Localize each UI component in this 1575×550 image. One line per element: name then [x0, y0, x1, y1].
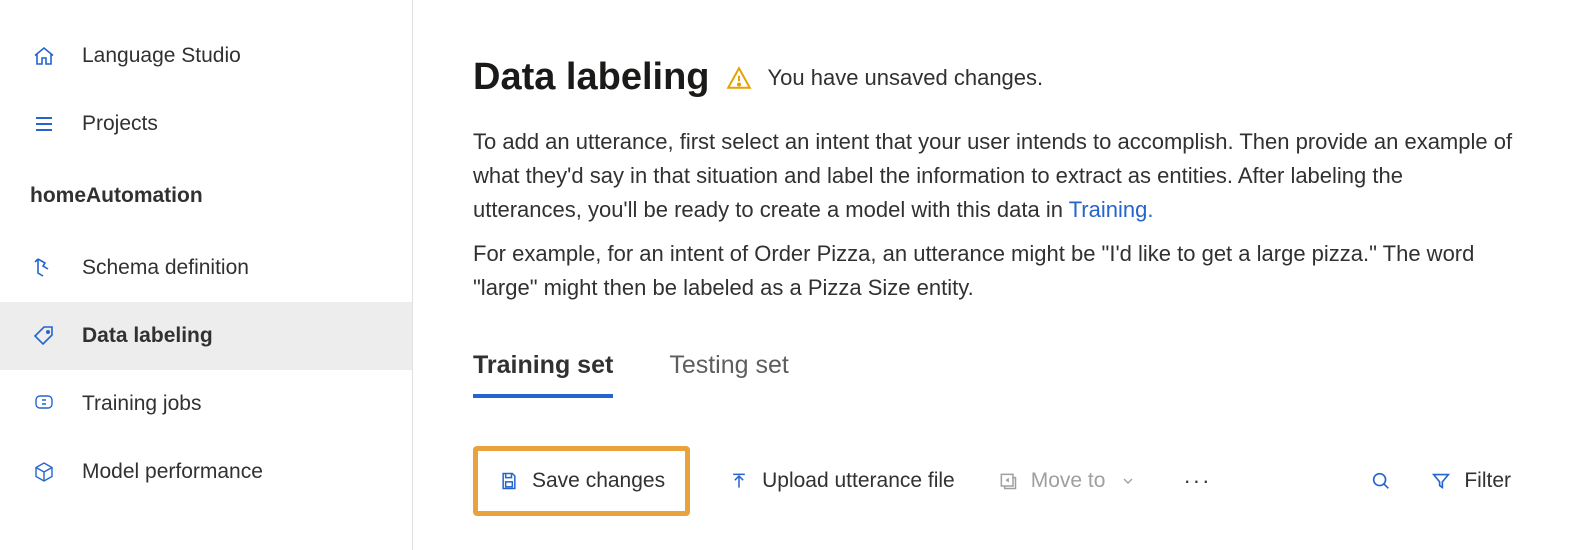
list-icon — [30, 110, 58, 138]
tag-icon — [30, 322, 58, 350]
upload-label: Upload utterance file — [762, 469, 955, 493]
nav-language-studio[interactable]: Language Studio — [0, 22, 412, 90]
filter-button[interactable]: Filter — [1426, 463, 1515, 499]
sidebar-item-label: Model performance — [82, 460, 263, 484]
nav-projects[interactable]: Projects — [0, 90, 412, 158]
page-title: Data labeling — [473, 56, 710, 99]
main-content: Data labeling You have unsaved changes. … — [413, 0, 1575, 550]
filter-label: Filter — [1464, 469, 1511, 493]
upload-button[interactable]: Upload utterance file — [724, 463, 959, 499]
move-label: Move to — [1031, 469, 1106, 493]
sidebar-item-training-jobs[interactable]: Training jobs — [0, 370, 412, 438]
sidebar: Language Studio Projects homeAutomation … — [0, 0, 413, 550]
training-link[interactable]: Training. — [1069, 197, 1154, 222]
sidebar-item-data-labeling[interactable]: Data labeling — [0, 302, 412, 370]
nav-label: Projects — [82, 112, 158, 136]
nav-label: Language Studio — [82, 44, 241, 68]
upload-icon — [728, 470, 750, 492]
project-name: homeAutomation — [30, 184, 203, 208]
sidebar-item-schema-definition[interactable]: Schema definition — [0, 234, 412, 302]
more-button[interactable]: ··· — [1177, 468, 1217, 494]
intro-paragraph-2: For example, for an intent of Order Pizz… — [473, 237, 1515, 305]
schema-icon — [30, 254, 58, 282]
tab-training-set[interactable]: Training set — [473, 351, 613, 398]
save-icon — [498, 470, 520, 492]
intro-paragraph-1: To add an utterance, first select an int… — [473, 125, 1515, 227]
sidebar-item-label: Training jobs — [82, 392, 201, 416]
save-highlight: Save changes — [473, 446, 690, 516]
filter-icon — [1430, 470, 1452, 492]
sidebar-item-label: Data labeling — [82, 324, 213, 348]
brain-icon — [30, 390, 58, 418]
sidebar-item-label: Schema definition — [82, 256, 249, 280]
warning-icon — [724, 63, 754, 93]
search-icon — [1370, 470, 1392, 492]
move-icon — [997, 470, 1019, 492]
tabs: Training set Testing set — [473, 351, 1515, 398]
chevron-down-icon — [1117, 470, 1139, 492]
warning-text: You have unsaved changes. — [768, 65, 1044, 91]
filter-group: Filter — [1366, 463, 1515, 499]
save-label: Save changes — [532, 469, 665, 493]
move-to-button[interactable]: Move to — [993, 463, 1144, 499]
tab-testing-set[interactable]: Testing set — [669, 351, 789, 398]
sidebar-item-model-performance[interactable]: Model performance — [0, 438, 412, 506]
toolbar: Save changes Upload utterance file Move … — [473, 446, 1515, 516]
project-section-header: homeAutomation — [0, 158, 412, 234]
cube-icon — [30, 458, 58, 486]
intro-text: To add an utterance, first select an int… — [473, 129, 1512, 222]
page-title-row: Data labeling You have unsaved changes. — [473, 56, 1515, 99]
home-icon — [30, 42, 58, 70]
search-button[interactable] — [1366, 464, 1396, 498]
save-button[interactable]: Save changes — [494, 463, 669, 499]
